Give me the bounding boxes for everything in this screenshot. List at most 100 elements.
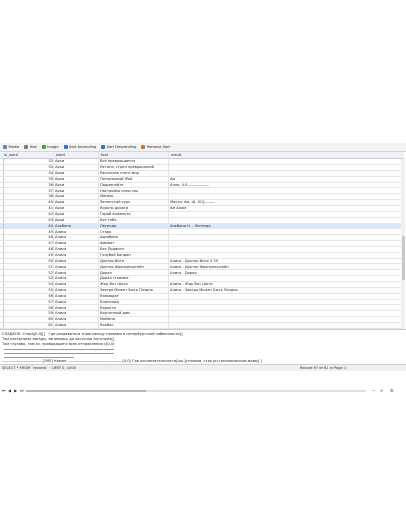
row-indicator[interactable]	[0, 182, 4, 188]
cell-id[interactable]: 37	[40, 189, 53, 193]
zoom-in-icon[interactable]: +	[380, 388, 383, 393]
cell-id[interactable]: 55	[40, 288, 53, 292]
column-header-word[interactable]: word	[56, 153, 65, 157]
cell-text[interactable]: Без Подвиги	[100, 247, 166, 251]
cell-id[interactable]: 41	[40, 206, 53, 210]
row-indicator[interactable]	[0, 212, 4, 218]
first-record-icon[interactable]: ⏮	[2, 388, 6, 393]
cell-text[interactable]: Старо	[100, 230, 166, 234]
row-indicator[interactable]	[0, 299, 4, 305]
cell-text[interactable]: Минеш	[100, 194, 166, 198]
cell-id[interactable]: 36	[40, 183, 53, 187]
cell-id[interactable]: 45	[40, 230, 53, 234]
cell-word[interactable]: Архи	[55, 183, 97, 187]
row-indicator[interactable]	[0, 229, 4, 235]
cell-text[interactable]: Настройка силы эль	[100, 189, 166, 193]
horizontal-scrollbar-thumb[interactable]	[26, 390, 146, 392]
cell-text[interactable]: Рассказка этого мир	[100, 171, 166, 175]
table-row[interactable]: 61 Алиса Колбас	[0, 323, 401, 329]
cell-text[interactable]: Подменяйте	[100, 183, 166, 187]
cell-id[interactable]: 50	[40, 259, 53, 263]
cell-text[interactable]: Колбас	[100, 323, 166, 327]
row-indicator[interactable]	[0, 159, 4, 165]
toolbar-button-remove-sort[interactable]: Remove Sort	[141, 144, 170, 150]
cell-word[interactable]: Алиса	[55, 282, 97, 286]
cell-id[interactable]: 42	[40, 212, 53, 216]
row-indicator[interactable]	[0, 235, 4, 241]
cell-word[interactable]: Архи	[55, 159, 97, 163]
cell-text[interactable]: Дорая	[100, 271, 166, 275]
cell-id[interactable]: 38	[40, 194, 53, 198]
cell-id[interactable]: 61	[40, 323, 53, 327]
cell-text[interactable]: Завтра Может Быть Поздно	[100, 288, 166, 292]
cell-text[interactable]: Доктор Франкенштейн	[100, 265, 166, 269]
row-indicator[interactable]	[0, 258, 4, 264]
vertical-scrollbar-thumb[interactable]	[402, 236, 405, 280]
cell-text[interactable]: Клипепад	[100, 300, 166, 304]
cell-result[interactable]: Алиса - Жар Вот Шота	[170, 282, 260, 286]
preview-pane[interactable]: СЛАДКОЕ: Старо[0,0][] · Где раздаваться …	[0, 329, 406, 364]
cell-text[interactable]: Доктор Вита	[100, 259, 166, 263]
row-indicator[interactable]	[0, 270, 4, 276]
row-indicator[interactable]	[0, 288, 4, 294]
column-header-result[interactable]: result	[171, 153, 181, 157]
cell-word[interactable]: Алиса	[55, 276, 97, 280]
zoom-out-icon[interactable]: −	[372, 388, 375, 393]
toolbar-button-sort-descending[interactable]: Sort Descending	[101, 144, 136, 150]
column-header-text[interactable]: text	[101, 153, 108, 157]
settings-icon[interactable]: ⚙	[390, 388, 394, 393]
cell-result[interactable]: Ам	[170, 177, 260, 181]
row-indicator[interactable]	[0, 171, 4, 177]
row-indicator[interactable]	[0, 311, 4, 317]
cell-word[interactable]: Алиса	[55, 323, 97, 327]
cell-word[interactable]: Архи	[55, 165, 97, 169]
row-indicator[interactable]	[0, 194, 4, 200]
cell-text[interactable]: Жар Вот Шота	[100, 282, 166, 286]
cell-text[interactable]: Аммоат	[100, 241, 166, 245]
cell-word[interactable]: Алиса	[55, 300, 97, 304]
cell-id[interactable]: 52	[40, 271, 53, 275]
row-indicator[interactable]	[0, 305, 4, 311]
cell-word[interactable]: Архи	[55, 177, 97, 181]
row-indicator[interactable]	[0, 293, 4, 299]
cell-id[interactable]: 32	[40, 159, 53, 163]
cell-word[interactable]: Алиса	[55, 259, 97, 263]
cell-word[interactable]: Алиса	[55, 241, 97, 245]
cell-id[interactable]: 49	[40, 253, 53, 257]
cell-word[interactable]: Алиса	[55, 294, 97, 298]
row-indicator[interactable]	[0, 217, 4, 223]
cell-id[interactable]: 44	[40, 224, 53, 228]
toolbar-button-media[interactable]: Media	[3, 144, 19, 150]
cell-result[interactable]: Алиса - Дорая	[170, 271, 260, 275]
cell-word[interactable]: Архи	[55, 171, 97, 175]
row-indicator[interactable]	[0, 276, 4, 282]
cell-result[interactable]: Алло: 4.0——————	[170, 183, 260, 187]
cell-id[interactable]: 34	[40, 171, 53, 175]
row-indicator[interactable]	[0, 252, 4, 258]
cell-id[interactable]: 57	[40, 300, 53, 304]
cell-id[interactable]: 33	[40, 165, 53, 169]
row-indicator[interactable]	[0, 264, 4, 270]
cell-id[interactable]: 60	[40, 317, 53, 321]
cell-word[interactable]: Архи	[55, 194, 97, 198]
row-indicator[interactable]	[0, 323, 4, 329]
cell-text[interactable]: Картонный дом	[100, 311, 166, 315]
cell-result[interactable]: Алиса - Доктор Франкенштейн	[170, 265, 260, 269]
cell-text[interactable]: Запекутый курс	[100, 200, 166, 204]
cell-text[interactable]: Голубой Бандан	[100, 253, 166, 257]
toolbar-button-hex[interactable]: Hex	[24, 144, 37, 150]
last-record-icon[interactable]: ⏭	[20, 388, 24, 393]
cell-word[interactable]: Архи	[55, 206, 97, 210]
row-indicator[interactable]	[0, 176, 4, 182]
cell-word[interactable]: Алиса	[55, 247, 97, 251]
cell-result[interactable]: Алиса - Завтра Может Быть Поздно	[170, 288, 260, 292]
cell-result[interactable]: Ам Алим	[170, 206, 260, 210]
cell-word[interactable]: Альбина	[55, 224, 97, 228]
cell-id[interactable]: 43	[40, 218, 53, 222]
row-indicator[interactable]	[0, 206, 4, 212]
cell-word[interactable]: Алиса	[55, 265, 97, 269]
column-header-in-word[interactable]: in_word	[4, 153, 18, 157]
cell-word[interactable]: Алиса	[55, 317, 97, 321]
row-indicator[interactable]	[0, 188, 4, 194]
cell-id[interactable]: 53	[40, 276, 53, 280]
